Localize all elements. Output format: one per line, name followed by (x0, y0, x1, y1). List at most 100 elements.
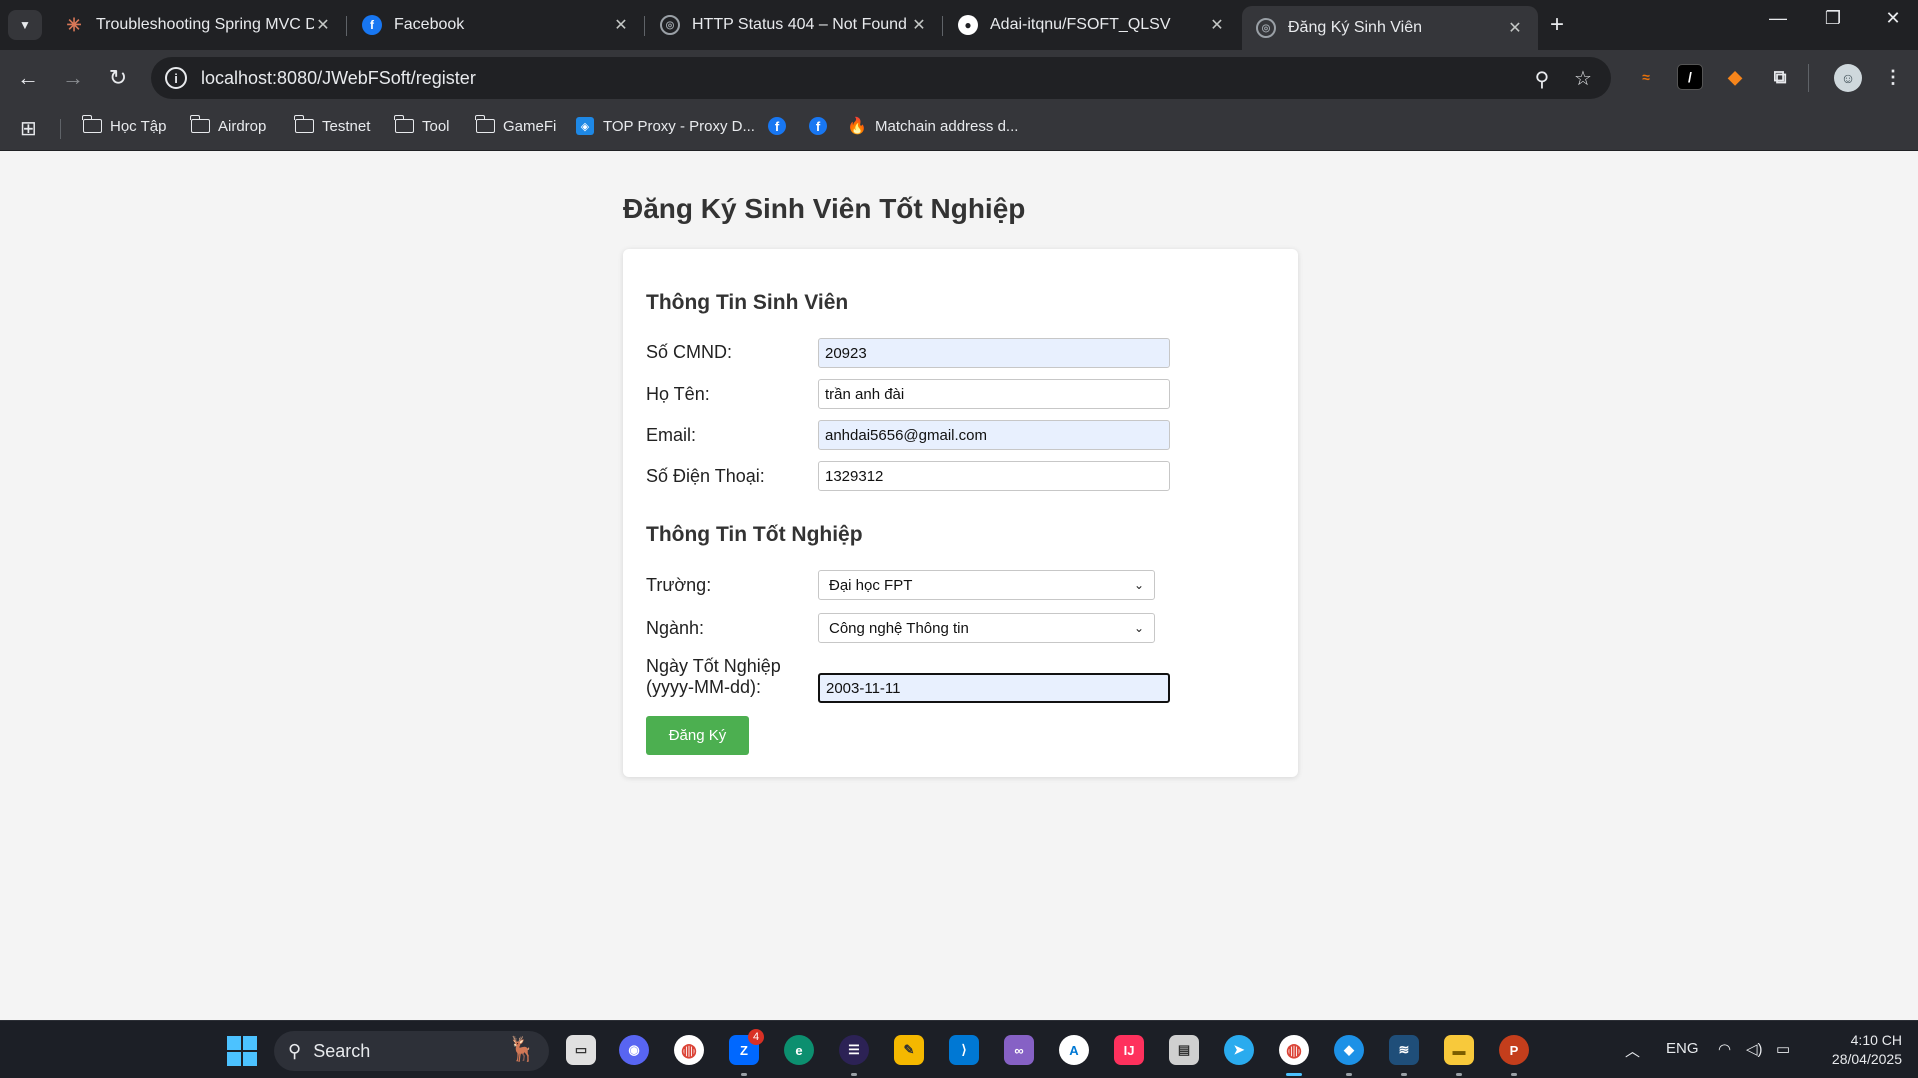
task-view-icon[interactable]: ▭ (566, 1035, 596, 1065)
grad-date-input[interactable] (818, 673, 1170, 703)
back-arrow-icon[interactable]: ← (13, 63, 43, 93)
running-indicator (1511, 1073, 1517, 1076)
powerpoint-icon[interactable]: P (1499, 1035, 1529, 1065)
apps-grid-icon[interactable]: ⊞ (20, 116, 37, 141)
folder-icon (293, 115, 314, 135)
sticky-notes-icon[interactable]: ✎ (894, 1035, 924, 1065)
discord-icon[interactable]: ◉ (619, 1035, 649, 1065)
close-tab-icon[interactable]: ✕ (314, 15, 332, 35)
student-info-heading: Thông Tin Sinh Viên (646, 291, 849, 314)
zoom-icon[interactable]: ⚲ (1530, 67, 1554, 92)
name-input[interactable] (818, 379, 1170, 409)
visual-studio-icon[interactable]: ∞ (1004, 1035, 1034, 1065)
battery-icon[interactable]: ▭ (1776, 1040, 1790, 1058)
bookmark-star-icon[interactable]: ☆ (1571, 66, 1595, 91)
profile-avatar[interactable]: ☺ (1834, 64, 1862, 92)
running-indicator (1456, 1073, 1462, 1076)
bookmark-tool[interactable]: Tool (393, 115, 450, 135)
vscode-icon[interactable]: ⟩ (949, 1035, 979, 1065)
address-bar[interactable]: i localhost:8080/JWebFSoft/register (151, 57, 1611, 99)
close-tab-icon[interactable]: ✕ (612, 15, 630, 35)
system-clock[interactable]: 4:10 CH 28/04/2025 (1812, 1031, 1902, 1069)
grad-date-label: Ngày Tốt Nghiệp (yyyy-MM-dd): (646, 656, 781, 698)
running-indicator (1401, 1073, 1407, 1076)
claude-icon: ✳ (66, 14, 82, 35)
language-indicator[interactable]: ENG (1666, 1040, 1699, 1057)
close-tab-icon[interactable]: ✕ (1506, 18, 1524, 38)
windows-start-icon[interactable] (227, 1036, 257, 1066)
chevron-down-icon: ⌄ (1133, 621, 1144, 635)
bookmark-testnet[interactable]: Testnet (293, 115, 370, 135)
bookmark-airdrop[interactable]: Airdrop (189, 115, 266, 135)
file-explorer-icon[interactable]: ▬ (1444, 1035, 1474, 1065)
photos-icon[interactable]: ▤ (1169, 1035, 1199, 1065)
metamask-icon[interactable]: ◆ (1722, 64, 1748, 90)
cmnd-label: Số CMND: (646, 342, 733, 362)
forward-arrow-icon[interactable]: → (58, 63, 88, 93)
chrome-icon[interactable]: ◍ (674, 1035, 704, 1065)
register-button[interactable]: Đăng Ký (646, 716, 749, 755)
bookmark-facebook-2[interactable]: f (808, 117, 836, 135)
facebook-icon: f (362, 15, 382, 35)
reload-icon[interactable]: ↻ (103, 63, 133, 93)
search-icon: ⚲ (288, 1040, 302, 1061)
graduation-info-heading: Thông Tin Tốt Nghiệp (646, 523, 863, 546)
email-input[interactable] (818, 420, 1170, 450)
tab-search-button[interactable]: ▼ (8, 10, 42, 40)
bookmark-matchain[interactable]: 🔥 Matchain address d... (847, 117, 1018, 136)
globe-icon: ◎ (660, 15, 680, 35)
folder-icon (189, 115, 210, 135)
close-tab-icon[interactable]: ✕ (910, 15, 928, 35)
cmnd-input[interactable] (818, 338, 1170, 368)
clock-date: 28/04/2025 (1831, 1051, 1902, 1067)
tab-dang-ky-sinh-vien[interactable]: ◎ Đăng Ký Sinh Viên ✕ (1242, 6, 1538, 50)
close-tab-icon[interactable]: ✕ (1208, 15, 1226, 35)
mysql-workbench-icon[interactable]: ≋ (1389, 1035, 1419, 1065)
volume-icon[interactable]: ◁) (1746, 1040, 1763, 1058)
bookmark-top-proxy[interactable]: ◈ TOP Proxy - Proxy D... (575, 117, 755, 135)
phone-label: Số Điện Thoại: (646, 466, 765, 486)
facebook-icon: f (808, 117, 828, 135)
tab-troubleshooting[interactable]: ✳ Troubleshooting Spring MVC D ✕ (50, 6, 346, 44)
page-title: Đăng Ký Sinh Viên Tốt Nghiệp (623, 193, 1026, 224)
tab-github[interactable]: ● Adai-itqnu/FSOFT_QLSV ✕ (944, 6, 1240, 44)
tab-facebook[interactable]: f Facebook ✕ (348, 6, 644, 44)
chrome-active-icon[interactable]: ◍ (1279, 1035, 1309, 1065)
taskbar-search[interactable]: ⚲ Search 🦌 (274, 1031, 549, 1071)
wifi-icon[interactable]: ◠ (1718, 1040, 1731, 1058)
taskbar: ⚲ Search 🦌 ▭ ◉ ◍ Z 4 e ☰ ✎ ⟩ ∞ A IJ ▤ ➤ … (0, 1020, 1918, 1078)
docker-icon[interactable]: ◆ (1334, 1035, 1364, 1065)
more-menu-icon[interactable]: ⋮ (1880, 64, 1906, 90)
site-info-icon[interactable]: i (165, 67, 187, 89)
facebook-icon: f (767, 117, 787, 135)
restore-icon[interactable]: ❐ (1813, 8, 1853, 29)
extensions-puzzle-icon[interactable]: ⧉ (1767, 64, 1793, 90)
eclipse-icon[interactable]: ☰ (839, 1035, 869, 1065)
intellij-icon[interactable]: IJ (1114, 1035, 1144, 1065)
chevron-down-icon: ⌄ (1133, 578, 1144, 592)
shield-icon: ◈ (575, 117, 595, 135)
app-store-icon[interactable]: A (1059, 1035, 1089, 1065)
close-window-icon[interactable]: ✕ (1873, 8, 1913, 29)
folder-icon (81, 115, 102, 135)
search-highlight-icon: 🦌 (507, 1036, 537, 1063)
extension-slash-icon[interactable]: / (1677, 64, 1703, 90)
bookmark-hoc-tap[interactable]: Học Tập (81, 115, 166, 135)
tray-chevron-up-icon[interactable]: ︿ (1625, 1040, 1640, 1061)
tab-strip: ▼ ✳ Troubleshooting Spring MVC D ✕ f Fac… (0, 0, 1918, 50)
major-select[interactable]: Công nghệ Thông tin ⌄ (818, 613, 1155, 643)
github-icon: ● (958, 15, 978, 35)
school-select[interactable]: Đại học FPT ⌄ (818, 570, 1155, 600)
minimize-icon[interactable]: — (1758, 8, 1798, 29)
telegram-icon[interactable]: ➤ (1224, 1035, 1254, 1065)
edge-icon[interactable]: e (784, 1035, 814, 1065)
tab-divider (942, 16, 943, 36)
address-url[interactable]: localhost:8080/JWebFSoft/register (201, 68, 476, 89)
extension-wave-icon[interactable]: ≈ (1633, 64, 1659, 90)
bookmark-facebook-1[interactable]: f (767, 117, 795, 135)
phone-input[interactable] (818, 461, 1170, 491)
new-tab-button[interactable]: + (1543, 12, 1571, 38)
bookmark-gamefi[interactable]: GameFi (474, 115, 556, 135)
tab-divider (346, 16, 347, 36)
tab-http-404[interactable]: ◎ HTTP Status 404 – Not Found ✕ (646, 6, 942, 44)
